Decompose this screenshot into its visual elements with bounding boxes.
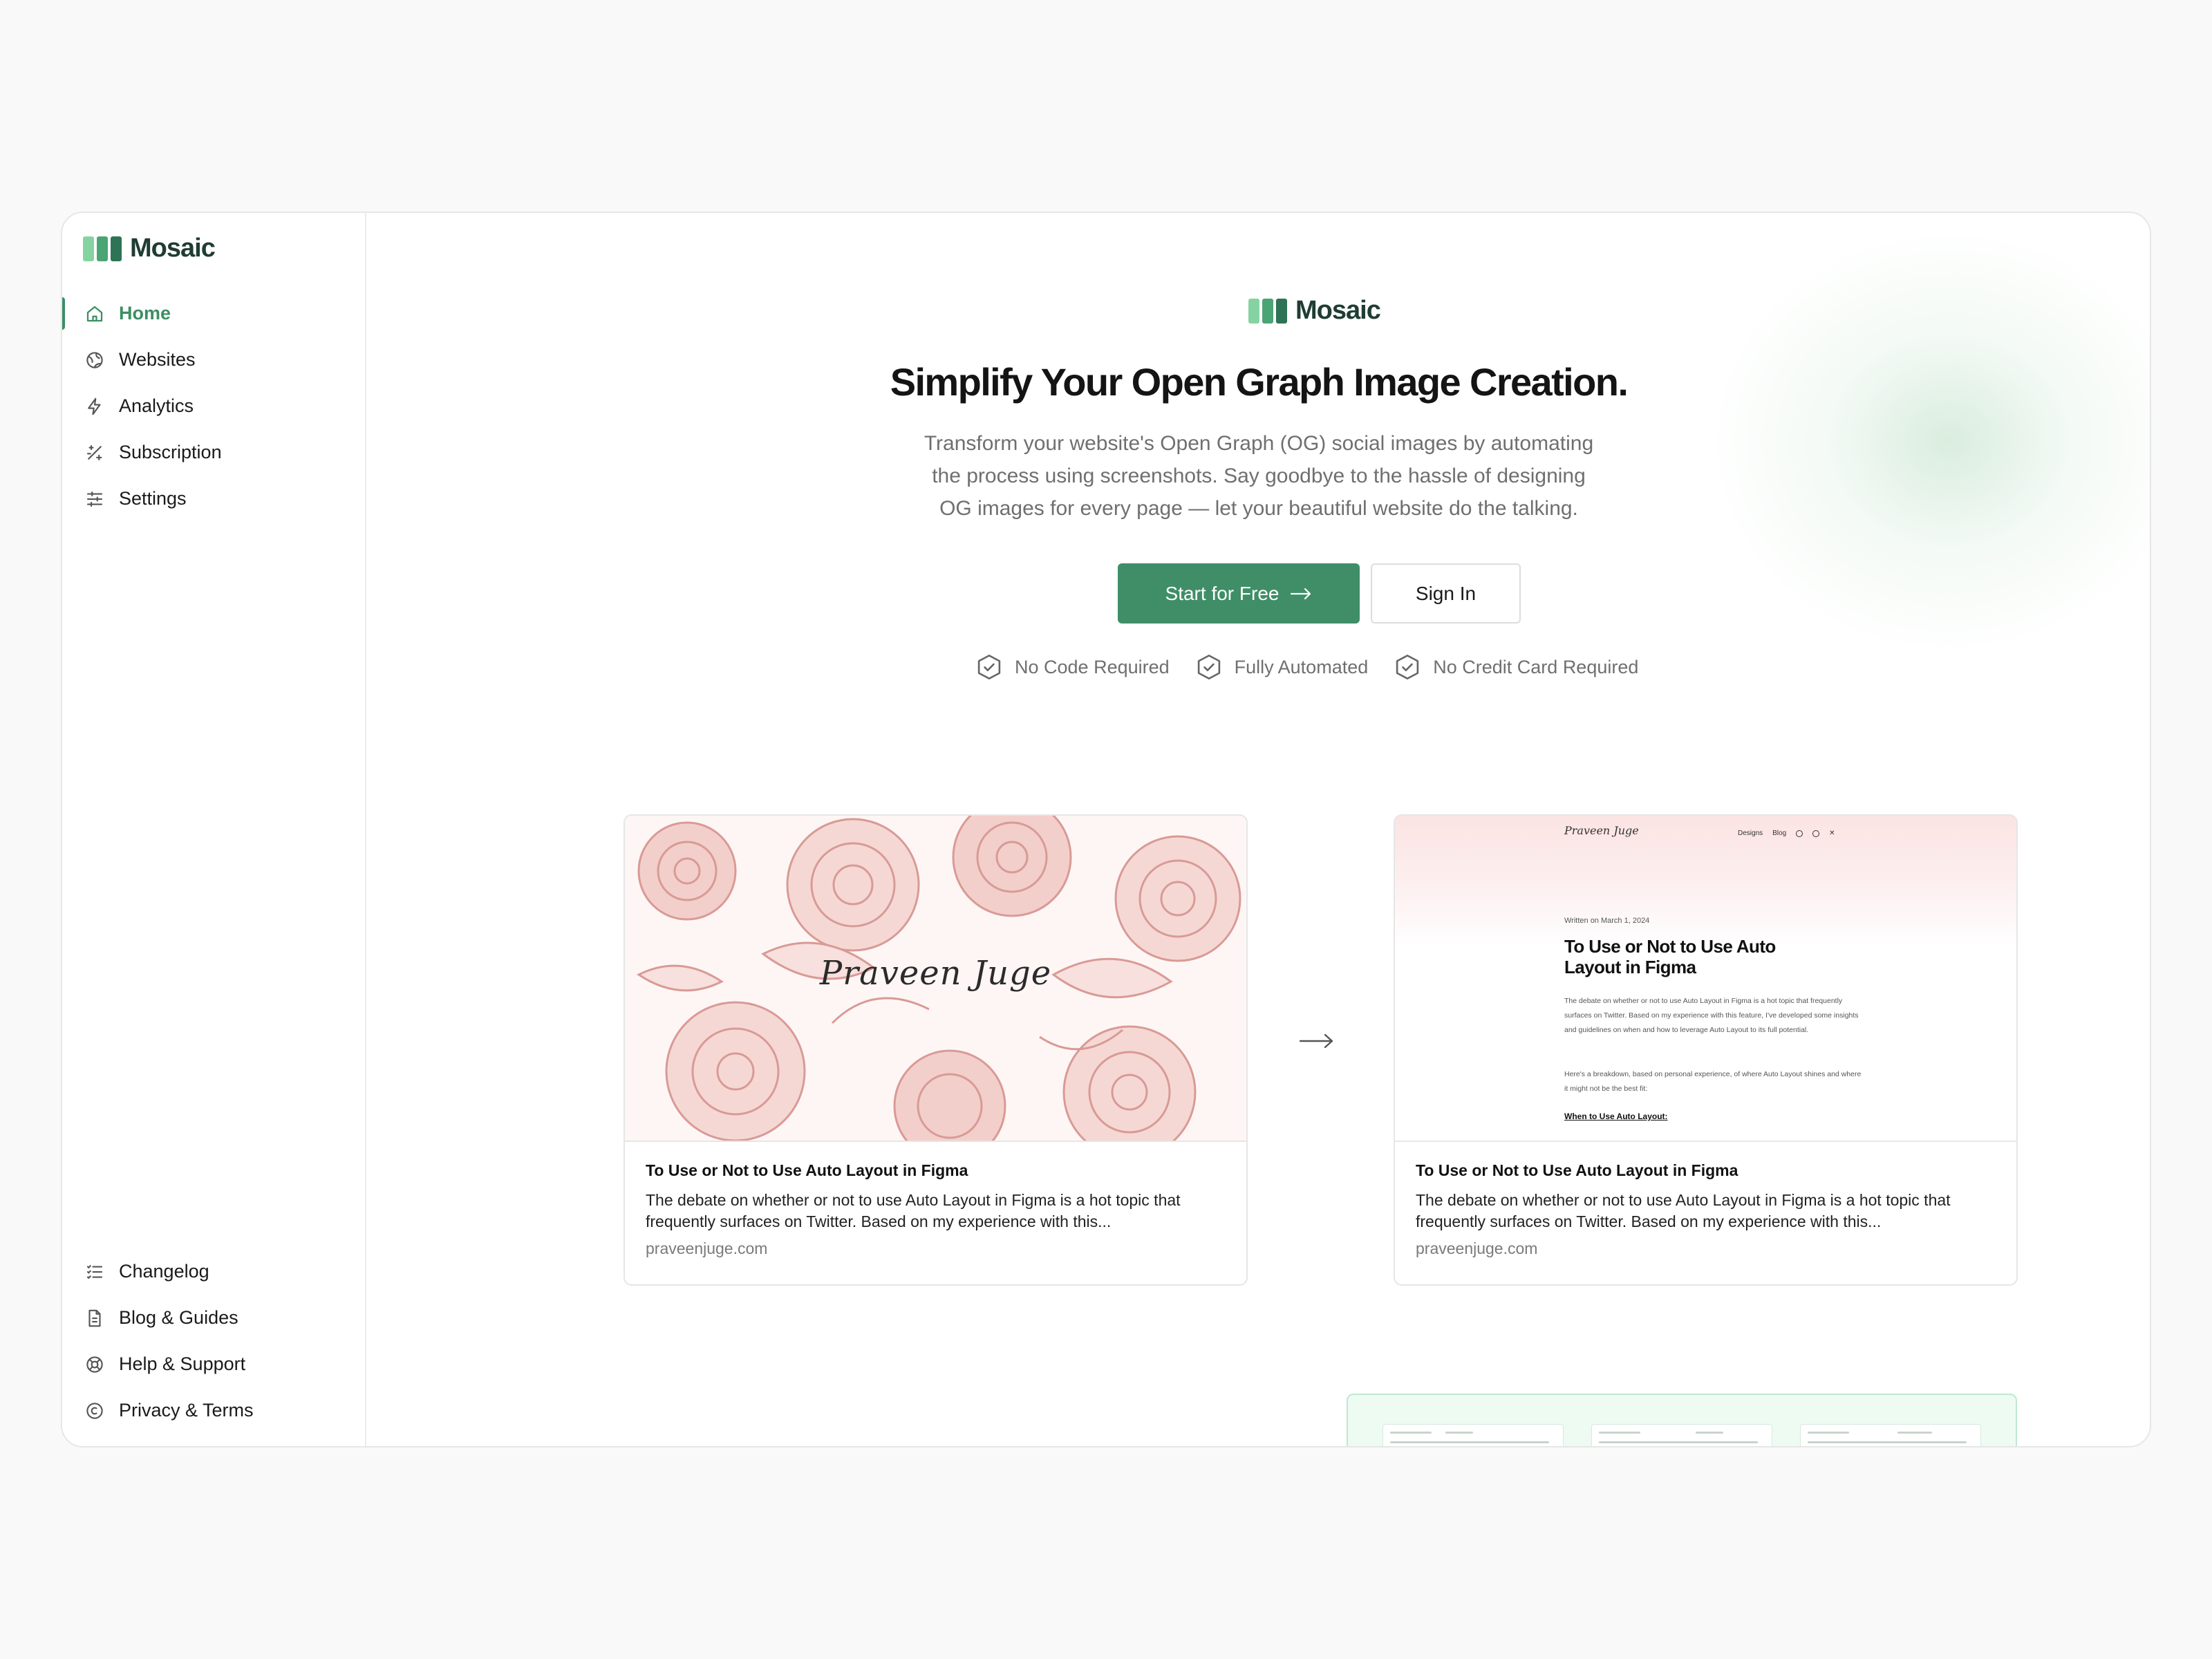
github-icon — [1796, 830, 1803, 837]
preview-paragraph: The debate on whether or not to use Auto… — [1564, 997, 1859, 1034]
background-glow — [1707, 227, 2150, 655]
mosaic-logo-icon — [1248, 298, 1287, 324]
sidebar-logo[interactable]: Mosaic — [83, 234, 216, 263]
card-title: To Use or Not to Use Auto Layout in Figm… — [1416, 1161, 1738, 1179]
feature-item: No Code Required — [975, 653, 1170, 682]
feature-label: Fully Automated — [1234, 656, 1369, 677]
card-body: To Use or Not to Use Auto Layout in Figm… — [646, 1161, 1226, 1258]
card-description: The debate on whether or not to use Auto… — [646, 1191, 1181, 1230]
sidebar-item-label: Changelog — [119, 1261, 209, 1282]
og-preview-card-after[interactable]: Praveen Juge Designs Blog ✕ Written on M… — [1394, 814, 2018, 1286]
sidebar-item-label: Home — [119, 303, 171, 324]
logo-text: Mosaic — [130, 234, 216, 263]
copyright-icon — [83, 1399, 106, 1423]
feature-list: No Code Required Fully Automated No Cred… — [975, 653, 1663, 682]
sidebar-item-home[interactable]: Home — [62, 290, 365, 337]
page-screenshot: Praveen Juge Designs Blog ✕ Written on M… — [1395, 816, 2016, 1141]
preview-link: When to Use Auto Layout: — [1564, 1112, 1668, 1121]
sidebar-item-label: Help & Support — [119, 1353, 246, 1374]
card-domain: praveenjuge.com — [646, 1239, 768, 1257]
card-title: To Use or Not to Use Auto Layout in Figm… — [646, 1161, 968, 1179]
mosaic-logo-icon — [83, 236, 122, 261]
check-badge-icon — [977, 655, 1001, 679]
hero-subtitle: Transform your website's Open Graph (OG)… — [924, 432, 1594, 520]
preview-nav-item: Designs — [1738, 830, 1763, 837]
dashboard-thumbnail — [1591, 1424, 1772, 1446]
arrow-right-icon — [1299, 1033, 1333, 1049]
dashboard-preview-panel — [1347, 1394, 2017, 1446]
sign-in-button[interactable]: Sign In — [1371, 563, 1521, 624]
sparkle-icon — [83, 441, 106, 465]
dribbble-icon — [1812, 830, 1820, 837]
feature-label: No Credit Card Required — [1433, 656, 1639, 677]
hero-logo: Mosaic — [1248, 296, 1381, 326]
home-icon — [83, 302, 106, 326]
feature-label: No Code Required — [1015, 656, 1170, 677]
check-badge-icon — [1197, 655, 1220, 679]
sidebar-item-subscription[interactable]: Subscription — [62, 429, 365, 476]
sidebar-item-privacy-terms[interactable]: Privacy & Terms — [62, 1387, 365, 1434]
og-preview-card-before[interactable]: Praveen Juge To Use or Not to Use Auto L… — [624, 814, 1248, 1286]
floral-og-image: Praveen Juge — [625, 816, 1246, 1142]
sidebar-item-blog-guides[interactable]: Blog & Guides — [62, 1295, 365, 1341]
check-badge-icon — [1396, 655, 1419, 679]
card-body: To Use or Not to Use Auto Layout in Figm… — [1416, 1161, 1996, 1258]
sidebar-footer-nav: Changelog Blog & Guides Help & Support P… — [62, 1248, 365, 1434]
lifebuoy-icon — [83, 1353, 106, 1376]
page-title: Simplify Your Open Graph Image Creation. — [890, 360, 1629, 404]
feature-item: Fully Automated — [1194, 653, 1369, 682]
dashboard-thumbnail — [1800, 1424, 1981, 1446]
sidebar-nav: Home Websites Analytics Subscription Set… — [62, 290, 365, 522]
screenshot-og-image: Praveen Juge Designs Blog ✕ Written on M… — [1395, 816, 2016, 1142]
logo-text: Mosaic — [1295, 296, 1381, 325]
preview-nav-item: Blog — [1772, 830, 1787, 837]
main-content: Mosaic Simplify Your Open Graph Image Cr… — [366, 213, 2150, 1446]
sidebar-item-label: Settings — [119, 488, 187, 509]
sidebar: Mosaic Home Websites Analytics Subscript… — [62, 213, 366, 1446]
preview-signature: Praveen Juge — [1564, 824, 1639, 837]
start-for-free-button[interactable]: Start for Free — [1118, 563, 1360, 624]
dashboard-thumbnail — [1382, 1424, 1564, 1446]
sidebar-item-analytics[interactable]: Analytics — [62, 383, 365, 429]
x-icon: ✕ — [1829, 830, 1835, 837]
document-icon — [83, 1306, 106, 1330]
app-window: Mosaic Home Websites Analytics Subscript… — [61, 212, 2151, 1447]
arrow-right-icon — [1291, 588, 1311, 599]
start-for-free-label: Start for Free — [1165, 582, 1280, 604]
sidebar-item-label: Websites — [119, 349, 196, 370]
checklist-icon — [83, 1260, 106, 1284]
sidebar-item-label: Analytics — [119, 395, 194, 416]
sidebar-item-label: Subscription — [119, 442, 222, 462]
feature-item: No Credit Card Required — [1393, 653, 1638, 682]
preview-nav: Designs Blog ✕ — [1738, 830, 1835, 837]
preview-paragraph: Here's a breakdown, based on personal ex… — [1564, 1070, 1862, 1093]
sliders-icon — [83, 487, 106, 511]
sidebar-item-settings[interactable]: Settings — [62, 476, 365, 522]
sidebar-item-label: Blog & Guides — [119, 1307, 238, 1328]
sidebar-item-label: Privacy & Terms — [119, 1400, 254, 1421]
card-domain: praveenjuge.com — [1416, 1239, 1538, 1257]
sidebar-item-help-support[interactable]: Help & Support — [62, 1341, 365, 1387]
globe-icon — [83, 348, 106, 372]
sidebar-item-websites[interactable]: Websites — [62, 337, 365, 383]
lightning-icon — [83, 395, 106, 418]
floral-illustration: Praveen Juge — [625, 816, 1246, 1141]
sidebar-item-changelog[interactable]: Changelog — [62, 1248, 365, 1295]
preview-date: Written on March 1, 2024 — [1564, 917, 1650, 925]
card-description: The debate on whether or not to use Auto… — [1416, 1191, 1951, 1230]
image-signature: Praveen Juge — [819, 954, 1052, 993]
preview-title: To Use or Not to Use Auto Layout in Figm… — [1564, 936, 1776, 977]
